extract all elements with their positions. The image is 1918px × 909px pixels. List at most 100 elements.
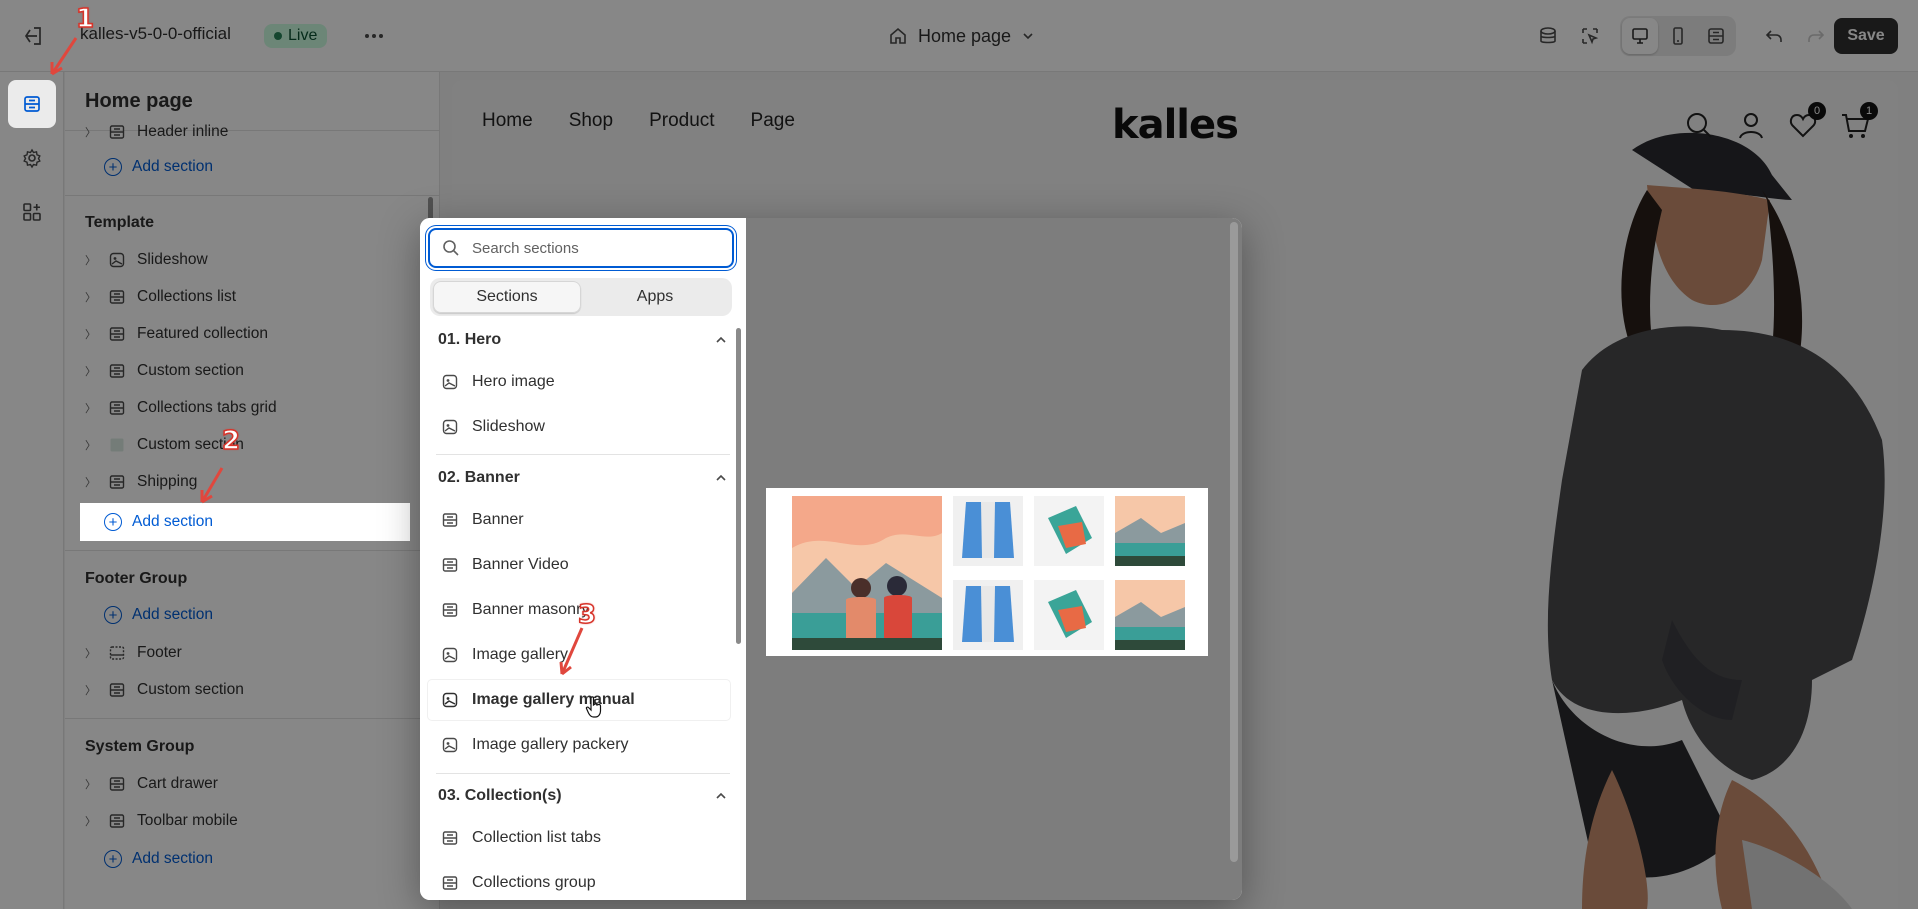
picker-item-label: Image gallery packery bbox=[472, 736, 629, 753]
live-badge: Live bbox=[264, 24, 328, 48]
add-section-header[interactable]: + Add section bbox=[80, 148, 410, 186]
picker-item-image-gallery[interactable]: Image gallery bbox=[428, 635, 730, 675]
section-item-shipping[interactable]: 〉 Shipping bbox=[80, 464, 410, 500]
database-icon[interactable] bbox=[1530, 18, 1566, 54]
section-preview-pane bbox=[746, 218, 1242, 900]
add-section-label: Add section bbox=[132, 850, 213, 867]
add-section-footer[interactable]: + Add section bbox=[80, 596, 410, 634]
image-section-icon bbox=[440, 690, 460, 710]
settings-icon[interactable] bbox=[8, 134, 56, 182]
section-icon bbox=[107, 435, 127, 455]
page-selector-label: Home page bbox=[918, 25, 1012, 46]
mobile-icon[interactable] bbox=[1660, 18, 1696, 54]
picker-item-collection-list-tabs[interactable]: Collection list tabs bbox=[428, 818, 730, 858]
section-item-custom-section-2[interactable]: 〉 Custom section bbox=[80, 427, 410, 463]
section-item-custom-section[interactable]: 〉 Custom section bbox=[80, 353, 410, 389]
picker-list-scrollbar[interactable] bbox=[736, 328, 741, 644]
add-circle-icon: + bbox=[104, 606, 122, 624]
cart-icon[interactable]: 1 bbox=[1840, 102, 1878, 140]
top-bar: kalles-v5-0-0-official Live Home page Sa… bbox=[0, 0, 1918, 72]
apps-icon[interactable] bbox=[8, 188, 56, 236]
section-item-slideshow[interactable]: 〉 Slideshow bbox=[80, 242, 410, 278]
section-icon bbox=[107, 361, 127, 381]
section-list-pane: Sections Apps 01. Hero Hero image Slides… bbox=[420, 218, 746, 900]
chevron-right-icon: 〉 bbox=[85, 329, 96, 341]
sections-tab-highlight[interactable] bbox=[8, 80, 56, 128]
picker-item-label: Image gallery bbox=[472, 646, 569, 663]
chevron-right-icon: 〉 bbox=[85, 477, 96, 489]
image-section-icon bbox=[440, 735, 460, 755]
section-label: Featured collection bbox=[137, 325, 268, 342]
store-nav: Home Shop Product Page bbox=[482, 110, 795, 132]
page-selector[interactable]: Home page bbox=[888, 22, 1035, 50]
picker-item-hero-image[interactable]: Hero image bbox=[428, 362, 730, 402]
wishlist-icon[interactable]: 0 bbox=[1788, 102, 1826, 140]
section-label: Cart drawer bbox=[137, 775, 218, 792]
section-icon bbox=[440, 555, 460, 575]
divider bbox=[436, 773, 730, 774]
category-hero[interactable]: 01. Hero bbox=[438, 325, 728, 355]
picker-preview-scrollbar[interactable] bbox=[1230, 222, 1238, 862]
section-icon bbox=[107, 680, 127, 700]
section-label: Footer bbox=[137, 644, 182, 661]
search-field[interactable] bbox=[428, 228, 734, 268]
inspector-icon[interactable] bbox=[1572, 18, 1608, 54]
add-section-system[interactable]: + Add section bbox=[80, 840, 410, 878]
chevron-right-icon: 〉 bbox=[85, 648, 96, 660]
group-title-footer: Footer Group bbox=[85, 570, 188, 587]
picker-item-image-gallery-manual[interactable]: Image gallery manual bbox=[428, 680, 730, 720]
store-name: kalles-v5-0-0-official bbox=[80, 24, 231, 43]
undo-icon[interactable] bbox=[1756, 18, 1792, 54]
tab-apps[interactable]: Apps bbox=[581, 281, 729, 313]
picker-item-label: Banner Video bbox=[472, 556, 569, 573]
more-actions-icon[interactable] bbox=[360, 22, 388, 50]
category-collections[interactable]: 03. Collection(s) bbox=[438, 781, 728, 811]
divider bbox=[65, 550, 439, 551]
toolbar bbox=[1530, 16, 1834, 56]
chevron-up-icon bbox=[716, 336, 726, 343]
picker-item-image-gallery-packery[interactable]: Image gallery packery bbox=[428, 725, 730, 765]
picker-item-collections-group[interactable]: Collections group bbox=[428, 863, 730, 900]
fullscreen-icon[interactable] bbox=[1698, 18, 1734, 54]
store-nav-page[interactable]: Page bbox=[751, 110, 795, 132]
section-item-footer-custom[interactable]: 〉 Custom section bbox=[80, 672, 410, 708]
divider bbox=[65, 718, 439, 719]
picker-item-slideshow[interactable]: Slideshow bbox=[428, 407, 730, 447]
chevron-right-icon: 〉 bbox=[85, 779, 96, 791]
desktop-icon[interactable] bbox=[1622, 18, 1658, 54]
section-item-collections-list[interactable]: 〉 Collections list bbox=[80, 279, 410, 315]
store-nav-product[interactable]: Product bbox=[649, 110, 714, 132]
section-header-inline[interactable]: 〉 Header inline bbox=[80, 120, 410, 144]
store-nav-shop[interactable]: Shop bbox=[569, 110, 613, 132]
section-item-toolbar-mobile[interactable]: 〉 Toolbar mobile bbox=[80, 803, 410, 839]
section-item-featured-collection[interactable]: 〉 Featured collection bbox=[80, 316, 410, 352]
group-title-template: Template bbox=[85, 214, 155, 231]
add-section-template-highlight[interactable]: + Add section bbox=[80, 503, 410, 541]
save-button[interactable]: Save bbox=[1834, 18, 1898, 54]
sidebar-title: Home page bbox=[85, 90, 193, 112]
section-icon bbox=[107, 122, 127, 142]
chevron-right-icon: 〉 bbox=[85, 292, 96, 304]
account-icon[interactable] bbox=[1736, 110, 1766, 140]
picker-item-label: Slideshow bbox=[472, 418, 545, 435]
add-section-label: Add section bbox=[132, 158, 213, 175]
redo-icon[interactable] bbox=[1798, 18, 1834, 54]
category-banner[interactable]: 02. Banner bbox=[438, 463, 728, 493]
store-logo[interactable]: kalles bbox=[1112, 102, 1239, 148]
search-icon[interactable] bbox=[1684, 110, 1714, 140]
section-item-cart-drawer[interactable]: 〉 Cart drawer bbox=[80, 766, 410, 802]
picker-item-banner[interactable]: Banner bbox=[428, 500, 730, 540]
tab-sections[interactable]: Sections bbox=[433, 281, 581, 313]
picker-item-banner-video[interactable]: Banner Video bbox=[428, 545, 730, 585]
section-icon bbox=[440, 600, 460, 620]
section-icon bbox=[107, 324, 127, 344]
add-circle-icon: + bbox=[104, 158, 122, 176]
exit-icon[interactable] bbox=[20, 24, 48, 48]
section-item-collections-tabs-grid[interactable]: 〉 Collections tabs grid bbox=[80, 390, 410, 426]
search-input[interactable] bbox=[472, 239, 712, 257]
section-item-footer[interactable]: 〉 Footer bbox=[80, 635, 410, 671]
store-nav-home[interactable]: Home bbox=[482, 110, 533, 132]
image-section-icon bbox=[440, 372, 460, 392]
divider bbox=[65, 195, 439, 196]
section-icon bbox=[107, 811, 127, 831]
